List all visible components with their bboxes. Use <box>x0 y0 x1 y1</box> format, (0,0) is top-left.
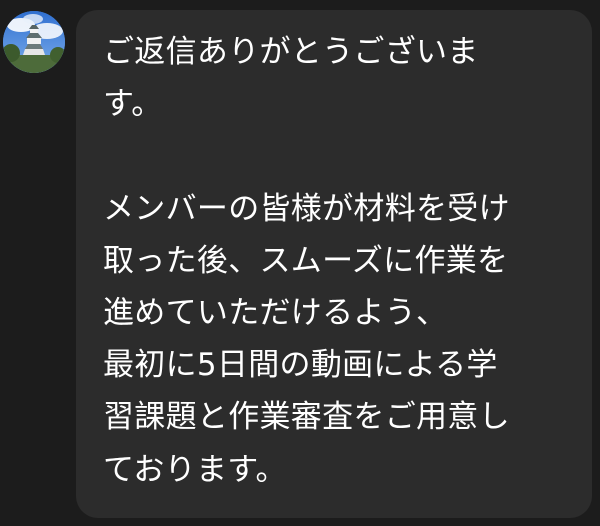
chat-view: ご返信ありがとうございま す。メンバーの皆様が材料を受け 取った後、スムーズに作業を… <box>0 0 600 526</box>
message-line: ております。 <box>103 451 287 488</box>
message-line: メンバーの皆様が材料を受け <box>103 190 510 227</box>
message-line: す。 <box>103 86 163 123</box>
message-line: 最初に5日間の動画による学 <box>103 347 498 384</box>
sender-avatar[interactable] <box>3 11 65 73</box>
message-line: 取った後、スムーズに作業を <box>103 242 509 279</box>
castle-photo-icon <box>3 11 65 73</box>
message-line: ご返信ありがとうございま <box>103 34 479 70</box>
message-line: 習課題と作業審査をご用意し <box>103 399 510 436</box>
message-line: 進めていただけるよう、 <box>103 295 448 332</box>
message-text: ご返信ありがとうございま す。メンバーの皆様が材料を受け 取った後、スムーズに作業を… <box>103 26 583 496</box>
